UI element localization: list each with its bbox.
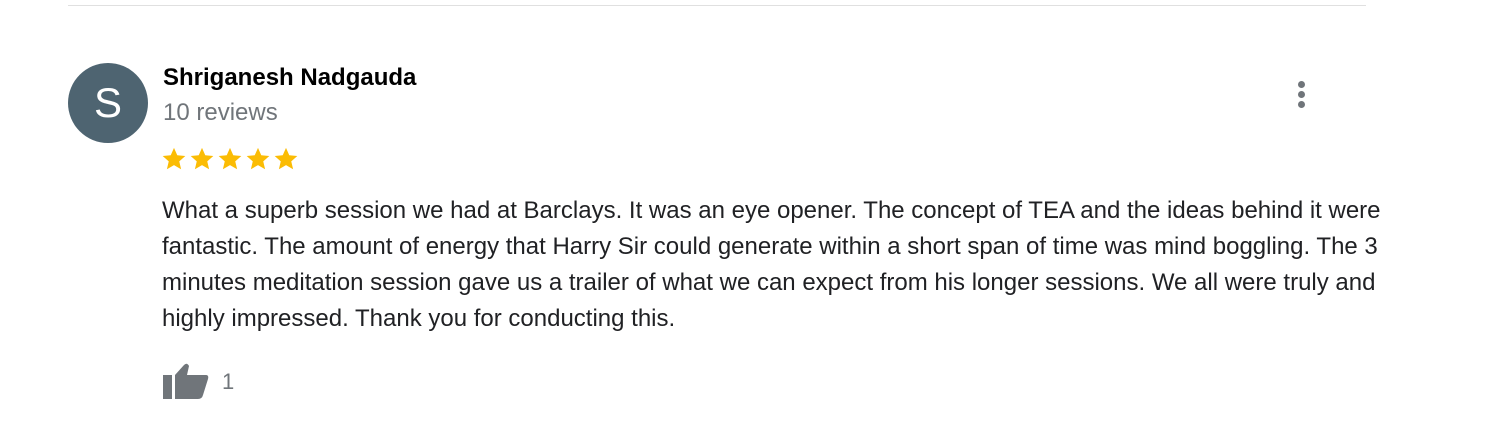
star-icon: [246, 147, 270, 170]
more-vert-icon-dot: [1298, 101, 1305, 108]
star-rating: [160, 145, 300, 173]
star-icon: [274, 147, 298, 170]
avatar-letter: S: [93, 79, 122, 126]
thumbs-up-icon: [163, 363, 209, 399]
star-icon: [162, 147, 186, 170]
review-count: 10 reviews: [163, 99, 278, 126]
like-count: 1: [222, 369, 235, 394]
star-icon: [218, 147, 242, 170]
avatar[interactable]: S: [68, 63, 148, 143]
more-options-button[interactable]: [1286, 77, 1318, 113]
more-vert-icon-dot: [1298, 91, 1305, 98]
more-vert-icon-dot: [1298, 81, 1305, 88]
review-text: What a superb session we had at Barclays…: [162, 197, 1381, 332]
reviewer-name[interactable]: Shriganesh Nadgauda: [163, 64, 416, 92]
like-button[interactable]: [162, 361, 210, 401]
star-icon: [190, 147, 214, 170]
top-divider: [68, 5, 1366, 6]
